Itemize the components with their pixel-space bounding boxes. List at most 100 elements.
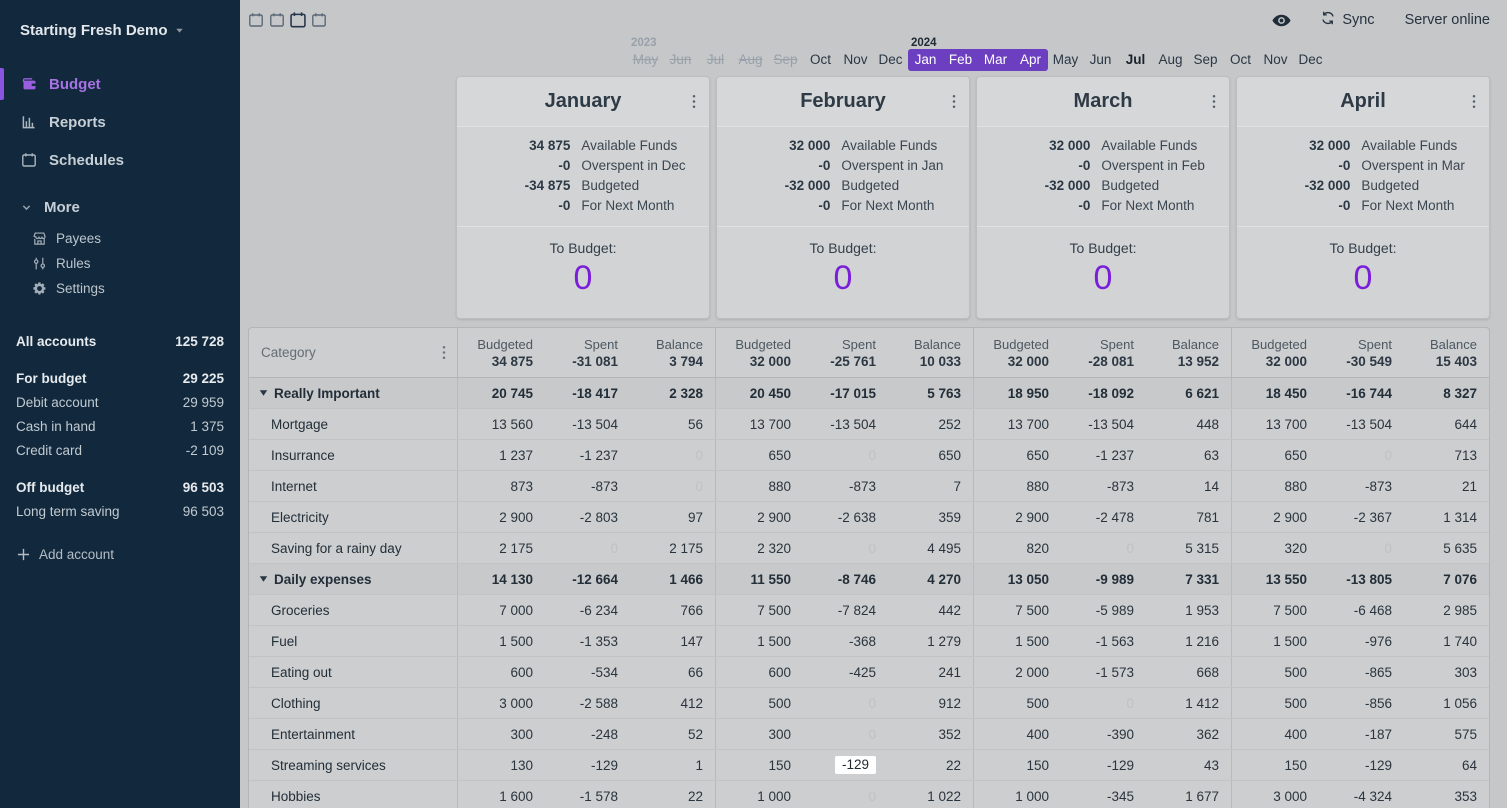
budgeted-cell[interactable]: 2 900 (716, 502, 801, 532)
to-budget-amount[interactable]: 0 (717, 259, 969, 297)
to-budget-amount[interactable]: 0 (977, 259, 1229, 297)
spent-cell[interactable]: -6 234 (543, 595, 628, 625)
balance-cell[interactable]: 1 740 (1402, 626, 1489, 656)
sync-button[interactable]: Sync (1321, 11, 1374, 29)
spent-cell[interactable]: 0 (1059, 688, 1144, 718)
balance-cell[interactable]: 56 (628, 409, 715, 439)
spent-cell[interactable]: 0 (801, 440, 886, 470)
spent-cell[interactable]: 0 (1317, 440, 1402, 470)
balance-cell[interactable]: 5 315 (1144, 533, 1231, 563)
budgeted-cell[interactable]: 400 (1232, 719, 1317, 749)
budgeted-cell[interactable]: 3 000 (458, 688, 543, 718)
budgeted-cell[interactable]: 150 (1232, 750, 1317, 780)
balance-cell[interactable]: 22 (628, 781, 715, 808)
balance-cell[interactable]: 43 (1144, 750, 1231, 780)
budgeted-cell[interactable]: 1 500 (716, 626, 801, 656)
spent-cell[interactable]: -2 478 (1059, 502, 1144, 532)
budgeted-cell[interactable]: 500 (716, 688, 801, 718)
budgeted-cell[interactable]: 1 500 (974, 626, 1059, 656)
balance-cell[interactable]: 5 635 (1402, 533, 1489, 563)
month-picker-oct-17[interactable]: Oct (1223, 49, 1258, 71)
account-row-credit-card[interactable]: Credit card-2 109 (16, 438, 224, 462)
budgeted-cell[interactable]: 650 (1232, 440, 1317, 470)
budgeted-cell[interactable]: 300 (458, 719, 543, 749)
budgeted-cell[interactable]: 2 320 (716, 533, 801, 563)
balance-cell[interactable]: 21 (1402, 471, 1489, 501)
month-menu-button[interactable] (692, 94, 696, 109)
budgeted-cell[interactable]: 130 (458, 750, 543, 780)
budgeted-cell[interactable]: 2 900 (1232, 502, 1317, 532)
spent-cell[interactable]: -187 (1317, 719, 1402, 749)
budgeted-cell[interactable]: 820 (974, 533, 1059, 563)
account-row-cash-in-hand[interactable]: Cash in hand1 375 (16, 414, 224, 438)
balance-cell[interactable]: 912 (886, 688, 973, 718)
budgeted-cell[interactable]: 600 (458, 657, 543, 687)
spent-cell[interactable]: -1 563 (1059, 626, 1144, 656)
spent-cell[interactable]: -390 (1059, 719, 1144, 749)
server-status-button[interactable]: Server online (1405, 12, 1490, 28)
sidebar-item-rules[interactable]: Rules (0, 251, 240, 276)
balance-cell[interactable]: 781 (1144, 502, 1231, 532)
month-menu-button[interactable] (952, 94, 956, 109)
budgeted-cell[interactable]: 650 (716, 440, 801, 470)
spent-cell[interactable]: -368 (801, 626, 886, 656)
budgeted-cell[interactable]: 13 560 (458, 409, 543, 439)
balance-cell[interactable]: 64 (1402, 750, 1489, 780)
spent-cell[interactable]: -248 (543, 719, 628, 749)
balance-cell[interactable]: 1 279 (886, 626, 973, 656)
month-picker-dec-19[interactable]: Dec (1293, 49, 1328, 71)
spent-cell[interactable]: -13 504 (543, 409, 628, 439)
budgeted-cell[interactable]: 500 (974, 688, 1059, 718)
balance-cell[interactable]: 1 (628, 750, 715, 780)
budgeted-cell[interactable]: 2 175 (458, 533, 543, 563)
budgeted-cell[interactable]: 7 500 (716, 595, 801, 625)
spent-cell[interactable]: 0 (801, 719, 886, 749)
spent-cell[interactable]: -1 578 (543, 781, 628, 808)
calendar-3-months-button[interactable] (289, 11, 307, 29)
balance-cell[interactable]: 2 175 (628, 533, 715, 563)
balance-cell[interactable]: 1 412 (1144, 688, 1231, 718)
spent-cell[interactable]: -873 (801, 471, 886, 501)
spent-cell[interactable]: -873 (543, 471, 628, 501)
spent-cell[interactable]: -2 803 (543, 502, 628, 532)
category-name[interactable]: Electricity (249, 502, 457, 532)
category-name[interactable]: Daily expenses (249, 564, 457, 594)
category-name[interactable]: Groceries (249, 595, 457, 625)
collapse-triangle-icon[interactable] (259, 575, 268, 583)
balance-cell[interactable]: 442 (886, 595, 973, 625)
balance-cell[interactable]: 359 (886, 502, 973, 532)
sidebar-item-settings[interactable]: Settings (0, 276, 240, 301)
spent-cell[interactable]: -129 (543, 750, 628, 780)
balance-cell[interactable]: 252 (886, 409, 973, 439)
category-name[interactable]: Mortgage (249, 409, 457, 439)
spent-cell[interactable]: -2 638 (801, 502, 886, 532)
spent-cell[interactable]: -129 (1317, 750, 1402, 780)
spent-cell[interactable]: -1 353 (543, 626, 628, 656)
category-name[interactable]: Clothing (249, 688, 457, 718)
budget-file-menu[interactable]: Starting Fresh Demo (0, 0, 240, 39)
category-name[interactable]: Internet (249, 471, 457, 501)
spent-cell[interactable]: -865 (1317, 657, 1402, 687)
budgeted-cell[interactable]: 1 000 (974, 781, 1059, 808)
spent-cell[interactable]: -1 573 (1059, 657, 1144, 687)
month-picker-nov-18[interactable]: Nov (1258, 49, 1293, 71)
balance-cell[interactable]: 0 (628, 471, 715, 501)
sidebar-item-budget[interactable]: Budget (0, 65, 240, 103)
category-name[interactable]: Hobbies (249, 781, 457, 808)
balance-cell[interactable]: 352 (886, 719, 973, 749)
month-picker-oct-5[interactable]: Oct (803, 49, 838, 71)
spent-cell[interactable]: -4 324 (1317, 781, 1402, 808)
calendar-4-months-button[interactable] (311, 12, 327, 28)
category-name[interactable]: Saving for a rainy day (249, 533, 457, 563)
spent-cell[interactable]: 0 (1059, 533, 1144, 563)
budgeted-cell[interactable]: 400 (974, 719, 1059, 749)
balance-cell[interactable]: 97 (628, 502, 715, 532)
balance-cell[interactable]: 22 (886, 750, 973, 780)
balance-cell[interactable]: 63 (1144, 440, 1231, 470)
month-picker-jul-14[interactable]: Jul (1118, 49, 1153, 71)
budgeted-cell[interactable]: 150 (974, 750, 1059, 780)
month-picker-aug-15[interactable]: Aug (1153, 49, 1188, 71)
spent-cell[interactable]: -13 504 (1059, 409, 1144, 439)
budgeted-cell[interactable]: 320 (1232, 533, 1317, 563)
budgeted-cell[interactable]: 1 237 (458, 440, 543, 470)
